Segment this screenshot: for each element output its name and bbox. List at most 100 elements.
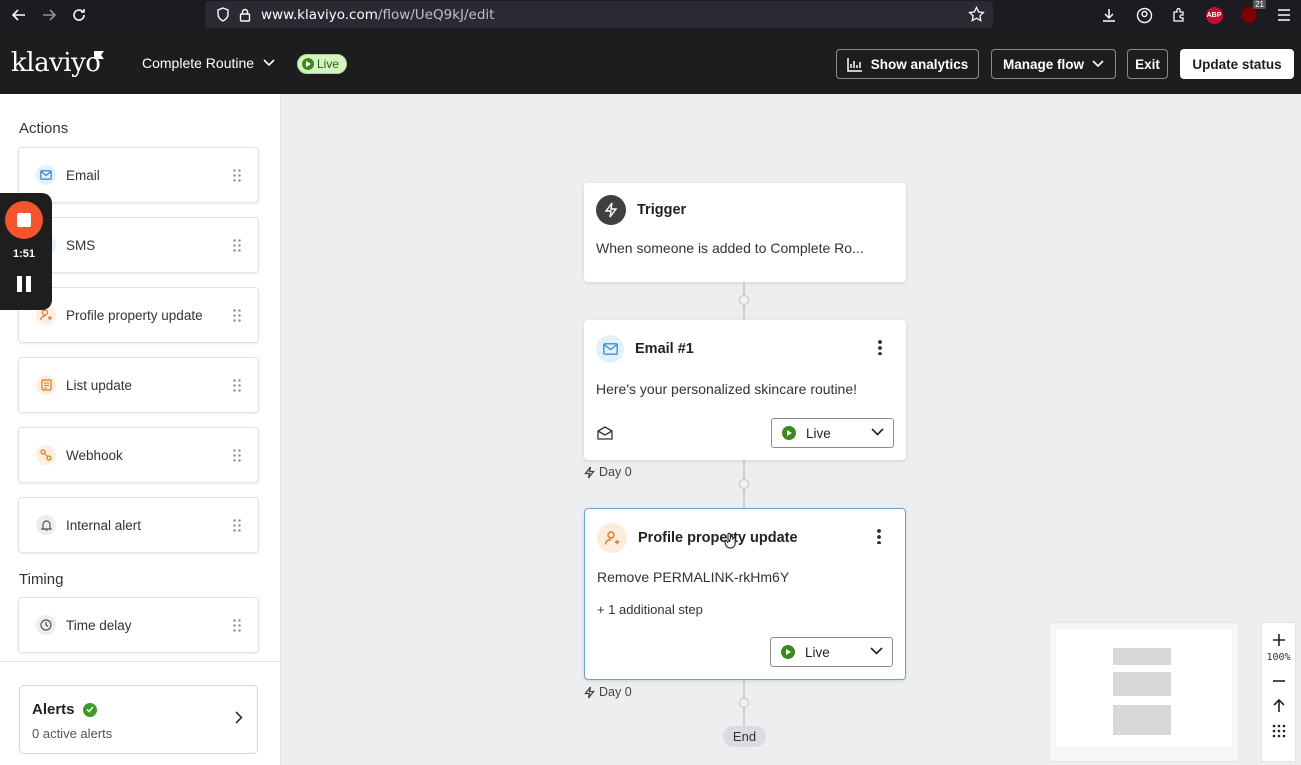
alerts-title: Alerts — [32, 701, 97, 718]
chevron-down-icon — [263, 59, 275, 67]
back-arrow-icon[interactable] — [8, 4, 30, 26]
minimap-viewport[interactable] — [1056, 629, 1232, 747]
drag-handle-icon[interactable] — [232, 308, 241, 323]
email-preview-icon[interactable] — [597, 426, 613, 445]
chevron-down-icon — [871, 428, 884, 436]
flow-name: Complete Routine — [142, 55, 255, 71]
arrow-up-icon[interactable] — [1262, 693, 1295, 718]
bell-icon — [36, 515, 56, 535]
manage-flow-button[interactable]: Manage flow — [991, 49, 1116, 79]
email-title: Email #1 — [635, 341, 694, 357]
extensions-icon[interactable] — [1168, 4, 1190, 26]
profile-icon — [597, 523, 627, 553]
profile-update-delay-label: Day 0 — [584, 685, 632, 699]
connector-dot[interactable] — [739, 479, 749, 489]
screen-recorder-widget: 1:51 — [0, 193, 52, 310]
drag-handle-icon[interactable] — [232, 448, 241, 463]
action-email[interactable]: Email — [18, 147, 259, 203]
browser-toolbar: www.klaviyo.com/flow/UeQ9kJ/edit ABP 21 — [0, 0, 1301, 30]
pause-icon[interactable] — [17, 276, 31, 292]
update-status-button[interactable]: Update status — [1180, 49, 1294, 79]
hand-cursor-icon — [724, 532, 736, 549]
minimap-node — [1113, 672, 1171, 696]
flow-status-badge: Live — [297, 54, 348, 74]
profile-update-title: Profile property update — [638, 530, 798, 546]
zoom-out-icon[interactable] — [1262, 668, 1295, 693]
drag-handle-icon[interactable] — [232, 518, 241, 533]
url-text: www.klaviyo.com/flow/UeQ9kJ/edit — [261, 6, 495, 23]
lightning-icon — [584, 686, 595, 698]
zoom-in-icon[interactable] — [1262, 627, 1295, 652]
hamburger-menu-icon[interactable] — [1273, 4, 1295, 26]
shield-icon[interactable] — [215, 7, 231, 23]
play-icon — [302, 58, 314, 70]
zoom-level: 100% — [1266, 652, 1291, 663]
action-webhook[interactable]: Webhook — [18, 427, 259, 483]
chevron-down-icon — [1092, 60, 1104, 68]
recording-timer: 1:51 — [12, 248, 36, 260]
alerts-count: 0 active alerts — [32, 726, 113, 741]
profile-update-node[interactable]: Profile property update Remove PERMALINK… — [584, 508, 906, 680]
additional-steps-link[interactable]: + 1 additional step — [597, 602, 703, 617]
minimap-node — [1113, 648, 1171, 665]
grid-dots-icon[interactable] — [1262, 718, 1295, 743]
more-options-icon[interactable] — [878, 339, 882, 355]
more-options-icon[interactable] — [877, 528, 881, 544]
trigger-description: When someone is added to Complete Ro... — [596, 240, 864, 256]
connector-dot[interactable] — [739, 698, 749, 708]
drag-handle-icon[interactable] — [232, 168, 241, 183]
play-icon — [782, 426, 796, 440]
connector-dot[interactable] — [739, 295, 749, 305]
action-list-update[interactable]: List update — [18, 357, 259, 413]
address-bar[interactable]: www.klaviyo.com/flow/UeQ9kJ/edit — [205, 1, 993, 28]
list-icon — [36, 375, 56, 395]
alerts-panel[interactable]: Alerts 0 active alerts — [19, 685, 258, 754]
chevron-right-icon — [235, 711, 243, 724]
action-internal-alert[interactable]: Internal alert — [18, 497, 259, 553]
sidebar-divider — [0, 661, 281, 662]
timing-section-title: Timing — [19, 571, 64, 588]
ublock-icon[interactable]: 21 — [1238, 0, 1266, 26]
download-icon[interactable] — [1098, 4, 1120, 26]
webhook-icon — [36, 445, 56, 465]
flow-end-marker: End — [723, 726, 766, 747]
account-icon[interactable] — [1133, 4, 1155, 26]
adblock-plus-icon[interactable]: ABP — [1203, 4, 1225, 26]
zoom-controls: 100% — [1261, 622, 1296, 762]
show-analytics-button[interactable]: Show analytics — [836, 49, 979, 79]
action-sms[interactable]: SMS — [18, 217, 259, 273]
flow-name-dropdown[interactable]: Complete Routine — [142, 55, 275, 71]
chevron-down-icon — [870, 647, 883, 655]
lightning-icon — [596, 195, 626, 225]
action-profile-property-update[interactable]: Profile property update — [18, 287, 259, 343]
forward-arrow-icon[interactable] — [38, 4, 60, 26]
app-header: klaviyo Complete Routine Live Show analy… — [0, 30, 1301, 94]
timing-time-delay[interactable]: Time delay — [18, 597, 259, 653]
minimap-node — [1113, 705, 1171, 735]
reload-icon[interactable] — [68, 4, 90, 26]
lock-icon[interactable] — [237, 7, 253, 23]
actions-section-title: Actions — [19, 120, 69, 137]
profile-update-status-select[interactable]: Live — [770, 637, 893, 667]
canvas-minimap[interactable] — [1049, 622, 1239, 762]
stop-recording-button[interactable] — [5, 201, 43, 239]
klaviyo-logo[interactable]: klaviyo — [11, 48, 101, 78]
bookmark-star-icon[interactable] — [968, 5, 985, 28]
trigger-node[interactable]: Trigger When someone is added to Complet… — [584, 183, 906, 282]
logo-flag-icon — [94, 51, 104, 59]
lightning-icon — [584, 466, 595, 478]
clock-icon — [36, 615, 56, 635]
check-circle-icon — [82, 702, 97, 717]
email-delay-label: Day 0 — [584, 465, 632, 479]
profile-update-description: Remove PERMALINK-rkHm6Y — [597, 569, 790, 585]
drag-handle-icon[interactable] — [232, 618, 241, 633]
flow-canvas[interactable]: Trigger When someone is added to Complet… — [281, 94, 1301, 765]
email-node[interactable]: Email #1 Here's your personalized skinca… — [584, 320, 906, 460]
email-status-select[interactable]: Live — [771, 418, 894, 448]
email-subject: Here's your personalized skincare routin… — [596, 381, 858, 397]
mail-icon — [596, 335, 624, 363]
exit-button[interactable]: Exit — [1127, 49, 1168, 79]
mail-icon — [36, 165, 56, 185]
drag-handle-icon[interactable] — [232, 238, 241, 253]
drag-handle-icon[interactable] — [232, 378, 241, 393]
